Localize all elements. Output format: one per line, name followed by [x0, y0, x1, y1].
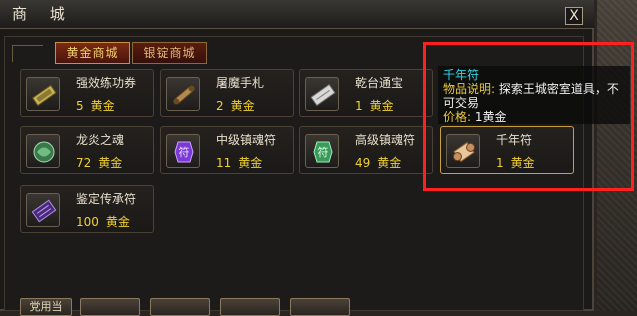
window-title: 商 城 — [12, 5, 74, 23]
item-name: 鉴定传承符 — [76, 192, 137, 206]
purple-rune-book-icon — [26, 193, 60, 227]
item-price: 49 黄金 — [355, 156, 402, 170]
item-price: 5 黄金 — [76, 99, 115, 113]
annotation-highlight-box — [423, 42, 634, 191]
tab-silver-shop[interactable]: 银锭商城 — [132, 42, 207, 64]
shop-item-1[interactable]: 强效练功券 5 黄金 — [20, 69, 154, 117]
close-button[interactable]: X — [565, 7, 583, 25]
scroll-ticket-icon — [26, 77, 60, 111]
shop-item-6[interactable]: 符 高级镇魂符 49 黄金 — [299, 126, 433, 174]
item-name: 乾台通宝 — [355, 76, 404, 90]
shop-item-8[interactable]: 鉴定传承符 100 黄金 — [20, 185, 154, 233]
shop-item-5[interactable]: 符 中级镇魂符 11 黄金 — [160, 126, 294, 174]
shop-item-2[interactable]: 屠魔手札 2 黄金 — [160, 69, 294, 117]
shop-item-3[interactable]: 乾台通宝 1 黄金 — [299, 69, 433, 117]
item-price: 1 黄金 — [355, 99, 394, 113]
svg-text:符: 符 — [318, 146, 329, 159]
bottom-button-4[interactable] — [220, 298, 280, 316]
item-price: 72 黄金 — [76, 156, 123, 170]
dragon-soul-orb-icon — [26, 134, 60, 168]
purple-talisman-icon: 符 — [166, 134, 200, 168]
item-price: 11 黄金 — [216, 156, 263, 170]
silver-coin-bar-icon — [305, 77, 339, 111]
item-name: 强效练功券 — [76, 76, 137, 90]
bottom-button-5[interactable] — [290, 298, 350, 316]
shop-item-4[interactable]: 龙炎之魂 72 黄金 — [20, 126, 154, 174]
title-bar[interactable]: 商 城 X — [0, 0, 594, 29]
tab-bar-decoration — [12, 45, 43, 62]
item-name: 中级镇魂符 — [216, 133, 277, 147]
svg-text:符: 符 — [179, 146, 190, 159]
rolled-scroll-icon — [166, 77, 200, 111]
green-talisman-icon: 符 — [305, 134, 339, 168]
item-price: 2 黄金 — [216, 99, 255, 113]
bottom-button-3[interactable] — [150, 298, 210, 316]
item-name: 龙炎之魂 — [76, 133, 125, 147]
bottom-button-2[interactable] — [80, 298, 140, 316]
item-price: 100 黄金 — [76, 215, 130, 229]
item-name: 屠魔手札 — [216, 76, 265, 90]
bottom-button[interactable]: 党用当 — [20, 298, 72, 316]
item-name: 高级镇魂符 — [355, 133, 416, 147]
tab-gold-shop[interactable]: 黄金商城 — [55, 42, 130, 64]
